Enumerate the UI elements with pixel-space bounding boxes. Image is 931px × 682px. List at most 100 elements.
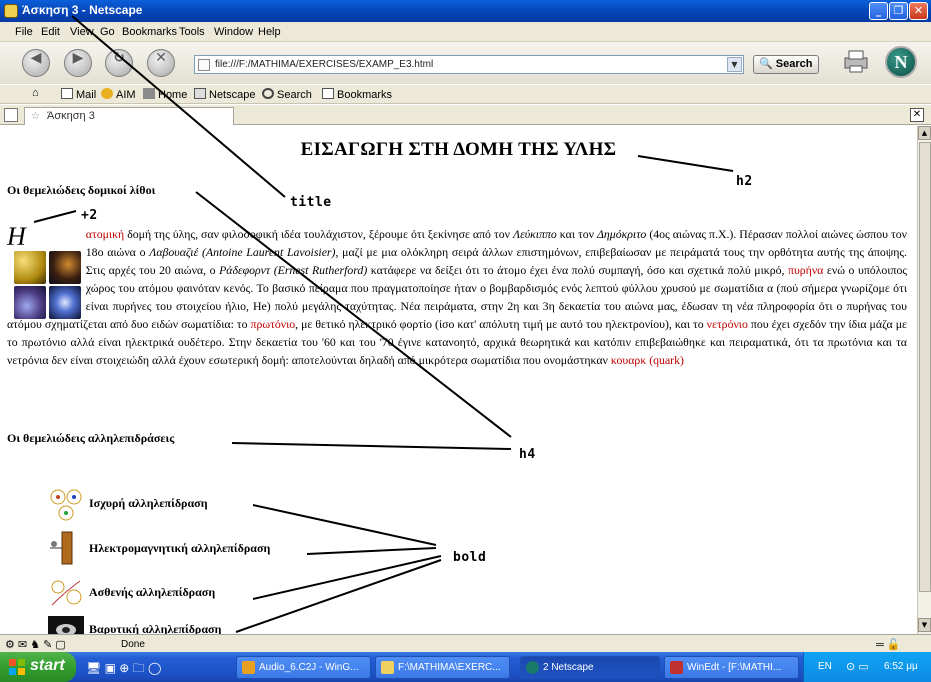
aim-label: AIM [116,89,136,101]
link-quark[interactable]: κουαρκ (quark) [611,353,684,367]
menu-help[interactable]: Help [258,26,281,38]
scroll-down-icon[interactable]: ▼ [918,618,931,632]
nucleus-image [13,286,46,319]
toolbar-grip-icon: ⌂ [32,87,39,99]
name-lavoisier: Λαβουαζιέ (Antoine Laurent Lavoisier) [149,245,336,259]
link-proton[interactable]: πρωτόνιο [250,317,295,331]
intro-paragraph: Η ατομική δομή της ύλης, σαν φιλοσοφική … [7,224,907,369]
status-bar: ⚙ ✉ ♞ ✎ ▢ Done ═ 🔓 [0,634,931,652]
gold-foil-image [13,251,46,284]
netscape-label: Netscape [209,89,256,101]
search-button-label: Search [775,58,813,70]
strong-force-icon [50,489,82,521]
search-label: Search [277,89,312,101]
url-dropdown-icon[interactable]: ▼ [727,57,742,72]
new-tab-icon[interactable] [4,108,18,122]
para-text: , με θετικό ηλεκτρικό φορτίο (ίσο κατ' α… [295,317,707,331]
wingif-icon [242,661,255,674]
para-text: και τον [556,227,597,241]
toolbar-mail[interactable]: Mail [61,88,96,101]
weak-force-icon [51,580,82,606]
search-icon [262,88,274,99]
scroll-up-icon[interactable]: ▲ [918,126,931,140]
security-lock-icon: ═ 🔓 [876,639,901,651]
name-leucippus: Λεύκιππο [512,227,557,241]
toolbar-search[interactable]: Search [262,88,312,101]
menu-bookmarks[interactable]: Bookmarks [122,26,177,38]
stop-icon[interactable]: ✕ [147,49,175,77]
tab-icon: ☆ [31,111,40,122]
taskbar-item-folder[interactable]: F:\MATHIMA\EXERC... [375,656,510,679]
taskbar-item-audio[interactable]: Audio_6.C2J - WinG... [236,656,371,679]
atom-image [48,251,81,284]
annotation-h4: h4 [519,447,536,462]
particles-image [48,286,81,319]
page-heading: ΕΙΣΑΓΩΓΗ ΣΤΗ ΔΟΜΗ ΤΗΣ ΥΛΗΣ [300,139,617,160]
netscape-logo-icon[interactable]: N [885,46,917,78]
name-rutherford: Ράδεφορντ (Ernest Rutherford) [219,263,368,277]
mail-label: Mail [76,89,97,101]
close-button[interactable]: ✕ [909,2,928,20]
home-icon [143,88,155,99]
netscape-icon [194,88,206,99]
task-label: WinEdt - [F:\MATHI... [687,662,782,673]
minimize-button[interactable]: _ [869,2,888,20]
link-nucleus[interactable]: πυρήνα [788,263,823,277]
search-button[interactable]: 🔍 Search [753,55,819,74]
para-text: δομή της ύλης, σαν φιλοσοφική ιδέα τουλά… [124,227,513,241]
vertical-scrollbar[interactable]: ▲ ▼ [917,126,931,634]
link-atomic[interactable]: ατομική [86,227,124,241]
taskbar-item-winedt[interactable]: WinEdt - [F:\MATHI... [664,656,799,679]
mail-icon [61,88,73,99]
language-indicator[interactable]: EN [818,661,832,672]
print-icon[interactable] [842,48,872,74]
section-title-interactions: Οι θεμελιώδεις αλληλεπιδράσεις [7,431,175,445]
menu-window[interactable]: Window [214,26,253,38]
force-weak: Ασθενής αλληλεπίδραση [89,585,216,599]
maximize-button[interactable]: ❐ [889,2,908,20]
menu-tools[interactable]: Tools [179,26,205,38]
task-label: 2 Netscape [543,662,594,673]
tray-icons[interactable]: ⊙ ▭ [846,660,869,673]
atom-images [13,229,81,319]
menu-file[interactable]: File [15,26,33,38]
reload-icon[interactable]: ↻ [105,49,133,77]
toolbar-netscape[interactable]: Netscape [194,88,255,101]
toolbar-home[interactable]: Home [143,88,187,101]
url-field[interactable]: file:///F:/MATHIMA/EXERCISES/EXAMP_E3.ht… [194,55,744,74]
menu-go[interactable]: Go [100,26,115,38]
quick-launch-icons[interactable]: 🖥 ▣ ⊕ 🗀 ◯ [86,659,161,680]
windows-logo-icon [9,659,25,675]
para-text: κατάφερε να δείξει ότι το άτομο έχει ένα… [367,263,788,277]
forward-icon[interactable]: ▶ [64,49,92,77]
close-tab-icon[interactable]: ✕ [910,108,924,122]
bookmarks-icon [322,88,334,99]
taskbar-item-netscape[interactable]: 2 Netscape [520,656,660,679]
bookmarks-label: Bookmarks [337,89,393,101]
personal-toolbar: ⌂ Mail AIM Home Netscape Search Bookmark… [0,84,931,104]
title-bar[interactable]: Άσκηση 3 - Netscape _ ❐ ✕ [0,0,931,22]
section-title-building-blocks: Οι θεμελιώδεις δομικοί λίθοι [7,183,156,197]
force-strong: Ισχυρή αλληλεπίδραση [89,496,208,510]
toolbar-aim[interactable]: AIM [101,88,136,101]
menu-bar: File Edit View Go Bookmarks Tools Window… [0,22,931,42]
toolbar-bookmarks[interactable]: Bookmarks [322,88,392,101]
electromagnetic-force-icon [50,531,73,565]
status-text: Done [121,639,145,650]
aim-icon [101,88,113,99]
folder-icon [381,661,394,674]
menu-view[interactable]: View [70,26,94,38]
link-neutron[interactable]: νετρόνιο [707,317,748,331]
netscape-icon [526,661,539,674]
annotation-bold: bold [453,550,487,565]
tab-askisi-3[interactable]: ☆ Άσκηση 3 [24,107,234,125]
status-icons: ⚙ ✉ ♞ ✎ ▢ [5,639,66,651]
menu-edit[interactable]: Edit [41,26,60,38]
name-democritus: Δημόκριτο [597,227,647,241]
page-icon [198,59,210,71]
force-electromagnetic: Ηλεκτρομαγνητική αλληλεπίδραση [89,541,271,555]
task-label: Audio_6.C2J - WinG... [259,662,359,673]
scroll-thumb[interactable] [919,142,931,592]
system-tray: EN ⊙ ▭ 6:52 μμ [803,652,931,682]
back-icon[interactable]: ◀ [22,49,50,77]
